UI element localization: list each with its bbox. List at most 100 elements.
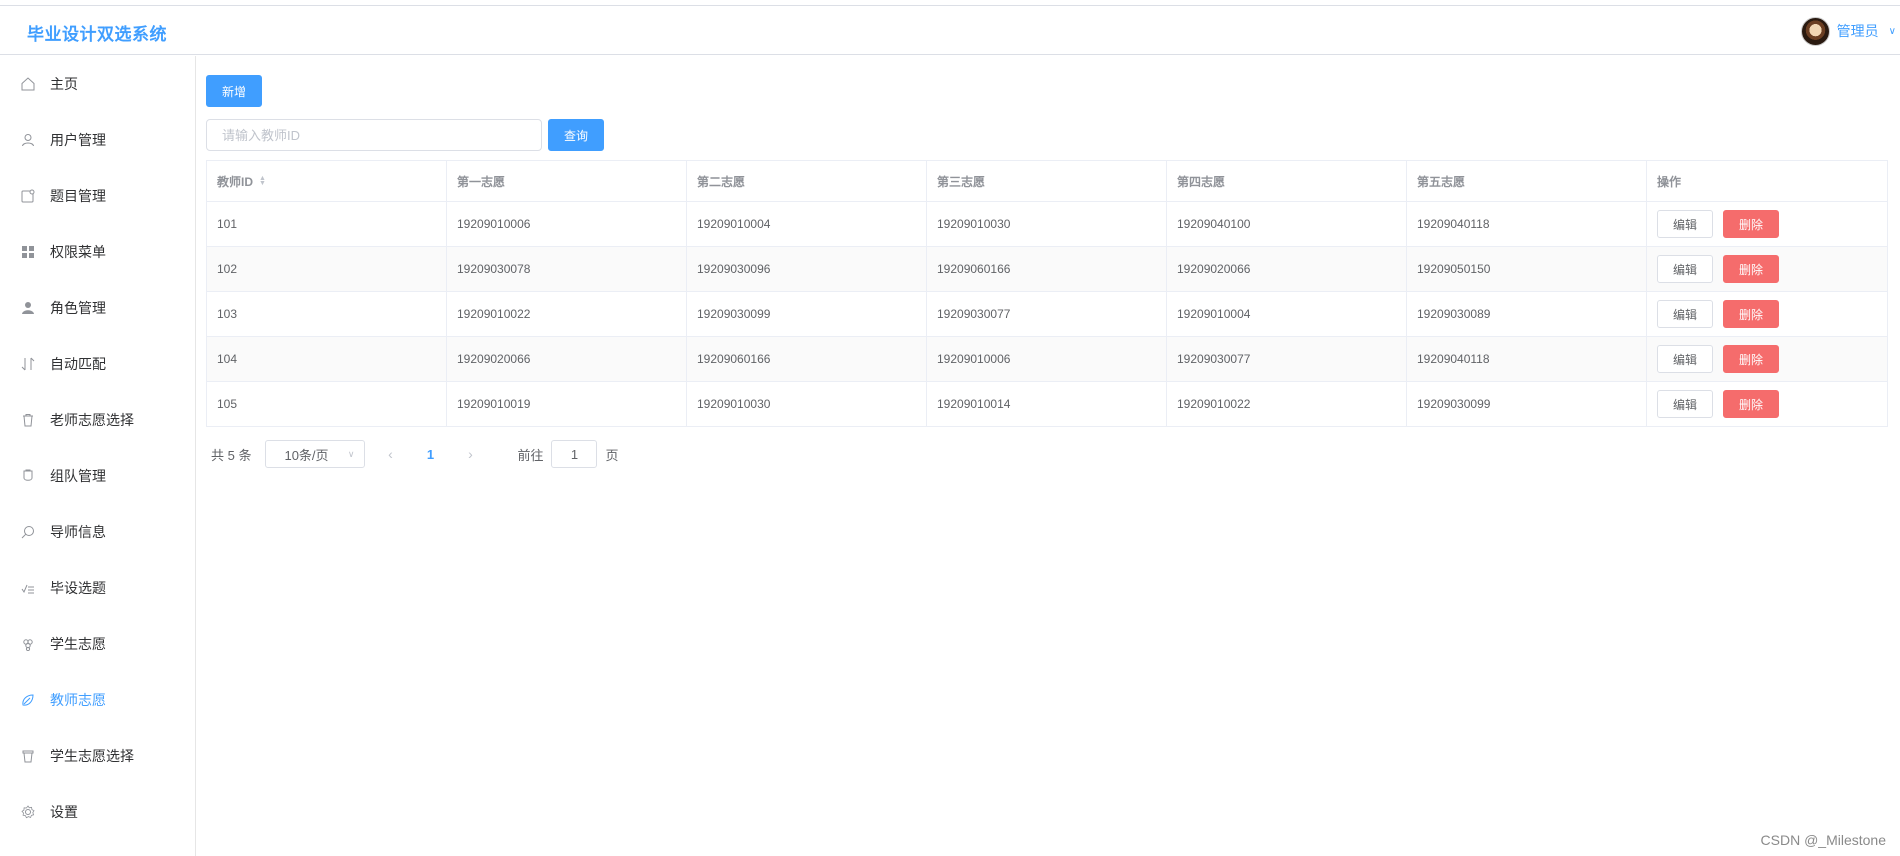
sidebar-item-tutor-info[interactable]: 导师信息 bbox=[0, 504, 195, 560]
column-header-teacher-id[interactable]: 教师ID ▲ ▼ bbox=[207, 161, 447, 201]
delete-button[interactable]: 删除 bbox=[1723, 210, 1779, 238]
sidebar-item-label: 教师志愿 bbox=[50, 692, 106, 708]
page-size-select[interactable]: 10条/页 ∨ bbox=[265, 440, 366, 468]
watermark: CSDN @_Milestone bbox=[1760, 832, 1886, 848]
table-cell: 19209030099 bbox=[1407, 382, 1647, 426]
table-cell: 19209030077 bbox=[1167, 337, 1407, 381]
edit-button[interactable]: 编辑 bbox=[1657, 345, 1713, 373]
sidebar-item-settings[interactable]: 设置 bbox=[0, 784, 195, 840]
table-actions-cell: 编辑 删除 bbox=[1647, 292, 1887, 336]
sort-caret-icon[interactable]: ▲ ▼ bbox=[259, 175, 266, 187]
sidebar: 主页 用户管理 题目管理 权限菜单 角色管理 自动匹配 老师志愿选择 组队管理 … bbox=[0, 56, 196, 856]
delete-button[interactable]: 删除 bbox=[1723, 345, 1779, 373]
sidebar-item-teacher-choice[interactable]: 老师志愿选择 bbox=[0, 392, 195, 448]
table-cell: 19209040118 bbox=[1407, 202, 1647, 246]
delete-button[interactable]: 删除 bbox=[1723, 300, 1779, 328]
sidebar-item-topic-management[interactable]: 题目管理 bbox=[0, 168, 195, 224]
table-row: 102 19209030078 19209030096 19209060166 … bbox=[207, 247, 1887, 292]
prev-page-icon[interactable]: ‹ bbox=[375, 446, 405, 462]
table-cell: 19209010019 bbox=[447, 382, 687, 426]
sidebar-item-label: 毕设选题 bbox=[50, 580, 106, 596]
table-cell: 19209040118 bbox=[1407, 337, 1647, 381]
page-number-current[interactable]: 1 bbox=[415, 447, 445, 462]
sidebar-item-home[interactable]: 主页 bbox=[0, 56, 195, 112]
sidebar-item-auto-match[interactable]: 自动匹配 bbox=[0, 336, 195, 392]
sidebar-item-label: 学生志愿 bbox=[50, 636, 106, 652]
search-input[interactable] bbox=[206, 119, 542, 151]
table-cell: 19209020066 bbox=[447, 337, 687, 381]
pagination: 共 5 条 10条/页 ∨ ‹ 1 › 前往 页 bbox=[206, 440, 619, 468]
sidebar-item-student-choice[interactable]: 学生志愿选择 bbox=[0, 728, 195, 784]
chevron-down-icon: ∨ bbox=[347, 448, 355, 459]
delete-button[interactable]: 删除 bbox=[1723, 390, 1779, 418]
chevron-down-icon[interactable]: ∨ bbox=[1889, 26, 1896, 37]
table-cell: 19209060166 bbox=[927, 247, 1167, 291]
column-header: 第三志愿 bbox=[927, 161, 1167, 201]
table-cell: 19209030089 bbox=[1407, 292, 1647, 336]
table-cell: 105 bbox=[207, 382, 447, 426]
table-cell: 19209010022 bbox=[447, 292, 687, 336]
table-cell: 19209010004 bbox=[1167, 292, 1407, 336]
table-cell: 19209010006 bbox=[927, 337, 1167, 381]
table-row: 105 19209010019 19209010030 19209010014 … bbox=[207, 382, 1887, 427]
sidebar-item-label: 用户管理 bbox=[50, 132, 106, 148]
table-actions-cell: 编辑 删除 bbox=[1647, 382, 1887, 426]
table-actions-cell: 编辑 删除 bbox=[1647, 337, 1887, 381]
table-row: 101 19209010006 19209010004 19209010030 … bbox=[207, 202, 1887, 247]
check-list-icon bbox=[20, 580, 36, 596]
table-cell: 19209010006 bbox=[447, 202, 687, 246]
column-header-label: 教师ID bbox=[217, 174, 254, 189]
edit-button[interactable]: 编辑 bbox=[1657, 210, 1713, 238]
goto-suffix-label: 页 bbox=[605, 447, 619, 463]
user-icon bbox=[20, 132, 36, 148]
search-button[interactable]: 查询 bbox=[548, 119, 604, 151]
sidebar-item-permission-menu[interactable]: 权限菜单 bbox=[0, 224, 195, 280]
table-cell: 19209010004 bbox=[687, 202, 927, 246]
edit-button[interactable]: 编辑 bbox=[1657, 255, 1713, 283]
delete-icon bbox=[20, 412, 36, 428]
main-content: 新增 查询 教师ID ▲▼ 第一志愿 第二志愿 第三志愿 第四志愿 第五志愿 操… bbox=[206, 56, 1896, 856]
sidebar-item-student-wish[interactable]: 学生志愿 bbox=[0, 616, 195, 672]
table-cell: 101 bbox=[207, 202, 447, 246]
delete-button[interactable]: 删除 bbox=[1723, 255, 1779, 283]
sidebar-item-label: 老师志愿选择 bbox=[50, 412, 134, 428]
sidebar-item-role-management[interactable]: 角色管理 bbox=[0, 280, 195, 336]
edit-button[interactable]: 编辑 bbox=[1657, 300, 1713, 328]
sidebar-item-label: 设置 bbox=[50, 804, 78, 820]
grid-icon bbox=[20, 244, 36, 260]
column-header: 第四志愿 bbox=[1167, 161, 1407, 201]
avatar[interactable] bbox=[1800, 16, 1830, 46]
add-button[interactable]: 新增 bbox=[206, 75, 262, 107]
pagination-total: 共 5 条 bbox=[211, 447, 252, 463]
sidebar-item-topic-selection[interactable]: 毕设选题 bbox=[0, 560, 195, 616]
sidebar-item-label: 权限菜单 bbox=[50, 244, 106, 260]
table-cell: 19209050150 bbox=[1407, 247, 1647, 291]
sidebar-item-team-management[interactable]: 组队管理 bbox=[0, 448, 195, 504]
setting-icon bbox=[20, 804, 36, 820]
sidebar-item-label: 导师信息 bbox=[50, 524, 106, 540]
edit-button[interactable]: 编辑 bbox=[1657, 390, 1713, 418]
table-cell: 19209030096 bbox=[687, 247, 927, 291]
sidebar-item-label: 组队管理 bbox=[50, 468, 106, 484]
table-cell: 19209040100 bbox=[1167, 202, 1407, 246]
sidebar-item-teacher-wish[interactable]: 教师志愿 bbox=[0, 672, 195, 728]
trash-icon bbox=[20, 748, 36, 764]
table-cell: 19209060166 bbox=[687, 337, 927, 381]
column-header: 第五志愿 bbox=[1407, 161, 1647, 201]
sidebar-item-label: 自动匹配 bbox=[50, 356, 106, 372]
goto-page-input[interactable] bbox=[551, 440, 598, 468]
search-icon bbox=[20, 524, 36, 540]
sidebar-item-user-management[interactable]: 用户管理 bbox=[0, 112, 195, 168]
table-cell: 19209010022 bbox=[1167, 382, 1407, 426]
sidebar-item-label: 题目管理 bbox=[50, 188, 106, 204]
table-cell: 19209010030 bbox=[927, 202, 1167, 246]
teacher-wish-table: 教师ID ▲ ▼ 第一志愿 第二志愿 第三志愿 第四志愿 第五志愿 操作 101 … bbox=[206, 160, 1888, 427]
table-cell: 19209030078 bbox=[447, 247, 687, 291]
user-name[interactable]: 管理员 bbox=[1837, 21, 1879, 41]
next-page-icon[interactable]: › bbox=[455, 446, 485, 462]
column-header: 操作 bbox=[1657, 174, 1682, 189]
table-header-row: 教师ID ▲ ▼ 第一志愿 第二志愿 第三志愿 第四志愿 第五志愿 操作 bbox=[207, 161, 1887, 202]
column-header: 第一志愿 bbox=[447, 161, 687, 201]
user-menu[interactable]: 管理员 ∨ bbox=[1800, 16, 1896, 46]
table-row: 103 19209010022 19209030099 19209030077 … bbox=[207, 292, 1887, 337]
